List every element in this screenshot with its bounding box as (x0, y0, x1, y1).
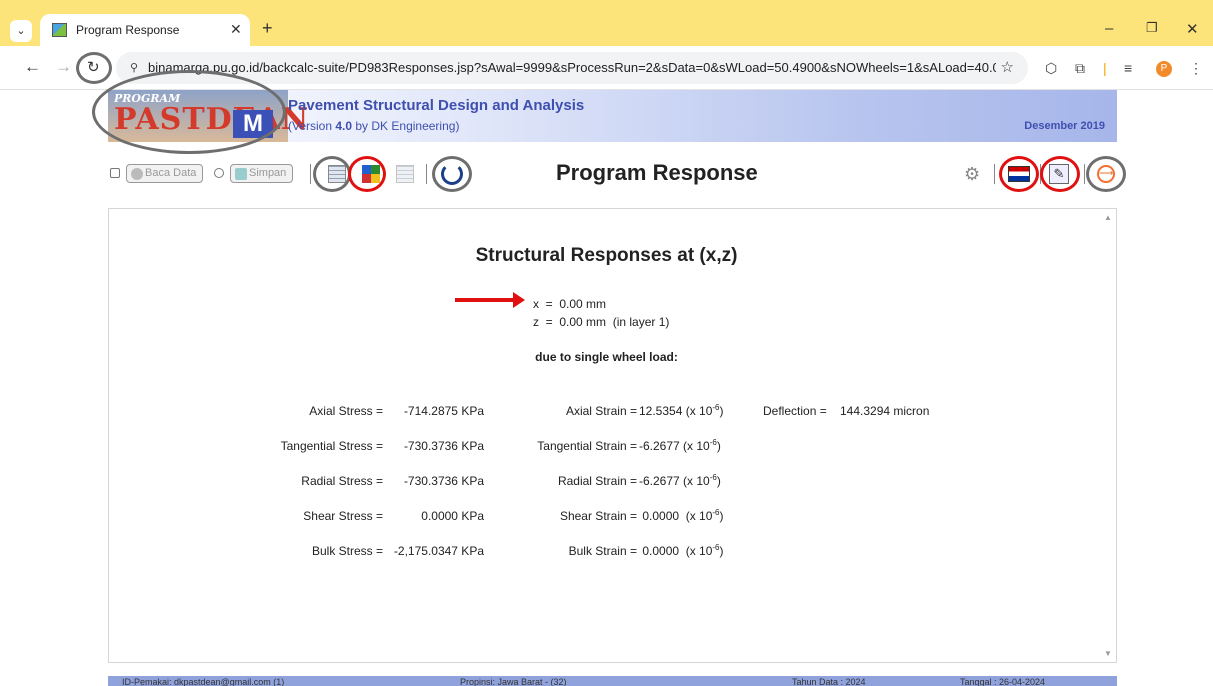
stress-label: Tangential Stress = (280, 439, 383, 453)
annotation-circle-reload (76, 52, 112, 84)
baca-data-checkbox[interactable] (110, 168, 120, 178)
response-row: Bulk Stress = -2,175.0347 KPa Bulk Strai… (109, 544, 1104, 560)
footer-date: Tanggal : 26-04-2024 (960, 677, 1046, 686)
url-text[interactable]: binamarga.pu.go.id/backcalc-suite/PD983R… (148, 60, 996, 75)
page-title: Program Response (556, 160, 758, 185)
favicon-icon (52, 23, 67, 37)
strain-value: 0.0000 (x 10-6) (639, 543, 724, 559)
response-row: Tangential Stress = -730.3736 KPa Tangen… (109, 439, 1104, 455)
annotation-circle-table (313, 156, 351, 192)
restore-icon[interactable]: ❐ (1146, 20, 1158, 36)
divider (994, 164, 995, 184)
response-row: Radial Stress = -730.3736 KPa Radial Str… (109, 474, 1104, 490)
table-disabled-icon[interactable] (396, 165, 414, 183)
responses-title: Structural Responses at (x,z) (475, 245, 738, 266)
toolbar-divider: | (1103, 60, 1107, 76)
banner-date: Desember 2019 (1024, 120, 1105, 132)
panel-scrollbar[interactable]: ▲ ▼ (1102, 209, 1116, 662)
deflection-label: Deflection = (763, 404, 827, 418)
stress-label: Bulk Stress = (311, 544, 383, 558)
divider (310, 164, 311, 184)
annotation-circle-logo (92, 70, 286, 154)
extension-shield-icon[interactable]: ⬡ (1045, 60, 1057, 77)
scroll-down-icon[interactable]: ▼ (1104, 649, 1112, 658)
response-row: Axial Stress = -714.2875 KPa Axial Strai… (109, 404, 1104, 420)
banner-version: (Version 4.0 by DK Engineering) (288, 119, 460, 133)
strain-label: Tangential Strain = (537, 439, 637, 453)
stress-value: -730.3736 KPa (403, 439, 484, 453)
save-icon (235, 168, 247, 180)
stress-label: Axial Stress = (309, 404, 383, 418)
response-panel: Structural Responses at (x,z) x = 0.00 m… (108, 208, 1117, 663)
simpan-button[interactable]: Simpan (230, 164, 294, 183)
deflection-value: 144.3294 micron (840, 404, 930, 418)
strain-value: -6.2677 (x 10-6) (639, 473, 721, 489)
strain-label: Bulk Strain = (568, 544, 637, 558)
minimize-icon[interactable]: – (1105, 20, 1113, 37)
strain-label: Radial Strain = (557, 474, 637, 488)
stress-label: Radial Stress = (301, 474, 383, 488)
divider (1084, 164, 1085, 184)
baca-data-icon (131, 168, 143, 180)
stress-value: -2,175.0347 KPa (393, 544, 484, 558)
tab-close-icon[interactable]: ✕ (230, 21, 242, 38)
profile-avatar[interactable]: P (1156, 61, 1172, 77)
tab-title: Program Response (76, 23, 180, 37)
response-row: Shear Stress = 0.0000 KPa Shear Strain =… (109, 509, 1104, 525)
footer-year: Tahun Data : 2024 (792, 677, 866, 686)
window-close-icon[interactable]: ✕ (1186, 20, 1199, 38)
browser-tab[interactable]: Program Response ✕ (40, 14, 250, 46)
status-footer: ID-Pemakai: dkpastdean@gmail.com (1) Pro… (108, 676, 1117, 686)
annotation-red-color-chart (348, 156, 386, 192)
strain-label: Axial Strain = (565, 404, 637, 418)
annotation-red-flag (999, 156, 1039, 192)
browser-menu-icon[interactable]: ⋮ (1189, 60, 1203, 77)
action-bar: Baca Data Simpan Program Response ⚙ ✎ ⟶ (108, 152, 1117, 196)
footer-user: ID-Pemakai: dkpastdean@gmail.com (1) (122, 677, 285, 686)
footer-province: Propinsi: Jawa Barat - (32) (460, 677, 567, 686)
extensions-puzzle-icon[interactable]: ⧉ (1075, 60, 1085, 77)
banner-title: Pavement Structural Design and Analysis (288, 97, 585, 114)
strain-value: 0.0000 (x 10-6) (639, 508, 724, 524)
stress-value: 0.0000 KPa (421, 509, 484, 523)
divider (426, 164, 427, 184)
stress-label: Shear Stress = (303, 509, 383, 523)
strain-value: 12.5354 (x 10-6) (639, 403, 724, 419)
reading-list-icon[interactable]: ≡ (1124, 60, 1132, 76)
simpan-radio[interactable] (214, 168, 224, 178)
annotation-circle-exit (1086, 156, 1126, 192)
baca-data-button[interactable]: Baca Data (126, 164, 204, 183)
x-coordinate: x = 0.00 mm (533, 297, 607, 311)
annotation-red-arrow (455, 292, 525, 308)
new-tab-icon[interactable]: + (262, 18, 273, 39)
forward-icon[interactable]: → (55, 57, 72, 77)
annotation-red-pen (1040, 156, 1080, 192)
load-note: due to single wheel load: (535, 350, 678, 364)
annotation-circle-refresh (432, 156, 472, 192)
strain-value: -6.2677 (x 10-6) (639, 438, 721, 454)
z-coordinate: z = 0.00 mm (in layer 1) (533, 315, 670, 329)
strain-label: Shear Strain = (559, 509, 637, 523)
stress-value: -714.2875 KPa (403, 404, 484, 418)
browser-tab-bar: ⌄ Program Response ✕ + – ❐ ✕ (0, 0, 1213, 46)
bookmark-star-icon[interactable]: ☆ (1001, 58, 1014, 76)
back-icon[interactable]: ← (24, 57, 41, 77)
tab-search-icon[interactable]: ⌄ (10, 20, 32, 42)
scroll-up-icon[interactable]: ▲ (1104, 213, 1112, 222)
stress-value: -730.3736 KPa (403, 474, 484, 488)
address-bar[interactable]: ⚲ binamarga.pu.go.id/backcalc-suite/PD98… (116, 52, 1028, 84)
settings-gear-icon[interactable]: ⚙ (964, 164, 980, 185)
